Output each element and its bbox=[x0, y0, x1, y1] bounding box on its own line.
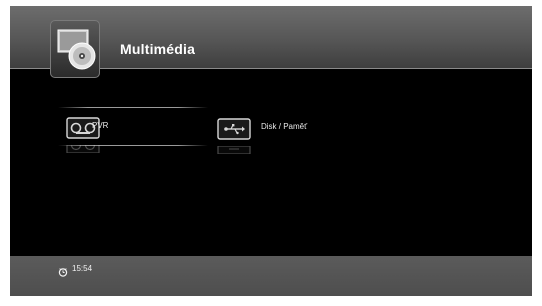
menu-item-label-pvr: PVR bbox=[92, 121, 109, 130]
usb-icon-reflection bbox=[217, 141, 251, 159]
tv-screen: Multimédia PVR Disk / Paměť 15:54 bbox=[10, 6, 532, 296]
clock-time: 15:54 bbox=[72, 264, 93, 273]
menu-item-pvr[interactable]: PVR bbox=[62, 104, 212, 154]
clock-icon bbox=[58, 264, 68, 277]
cassette-icon-reflection bbox=[66, 139, 100, 158]
page-title: Multimédia bbox=[120, 41, 196, 57]
menu-item-label-disk: Disk / Paměť bbox=[261, 122, 308, 131]
header-bar: Multimédia bbox=[10, 6, 532, 78]
menu-item-disk[interactable]: Disk / Paměť bbox=[215, 112, 365, 155]
multimedia-disc-icon bbox=[50, 20, 100, 78]
footer-bar: 15:54 bbox=[10, 256, 532, 296]
usb-icon bbox=[217, 118, 251, 140]
